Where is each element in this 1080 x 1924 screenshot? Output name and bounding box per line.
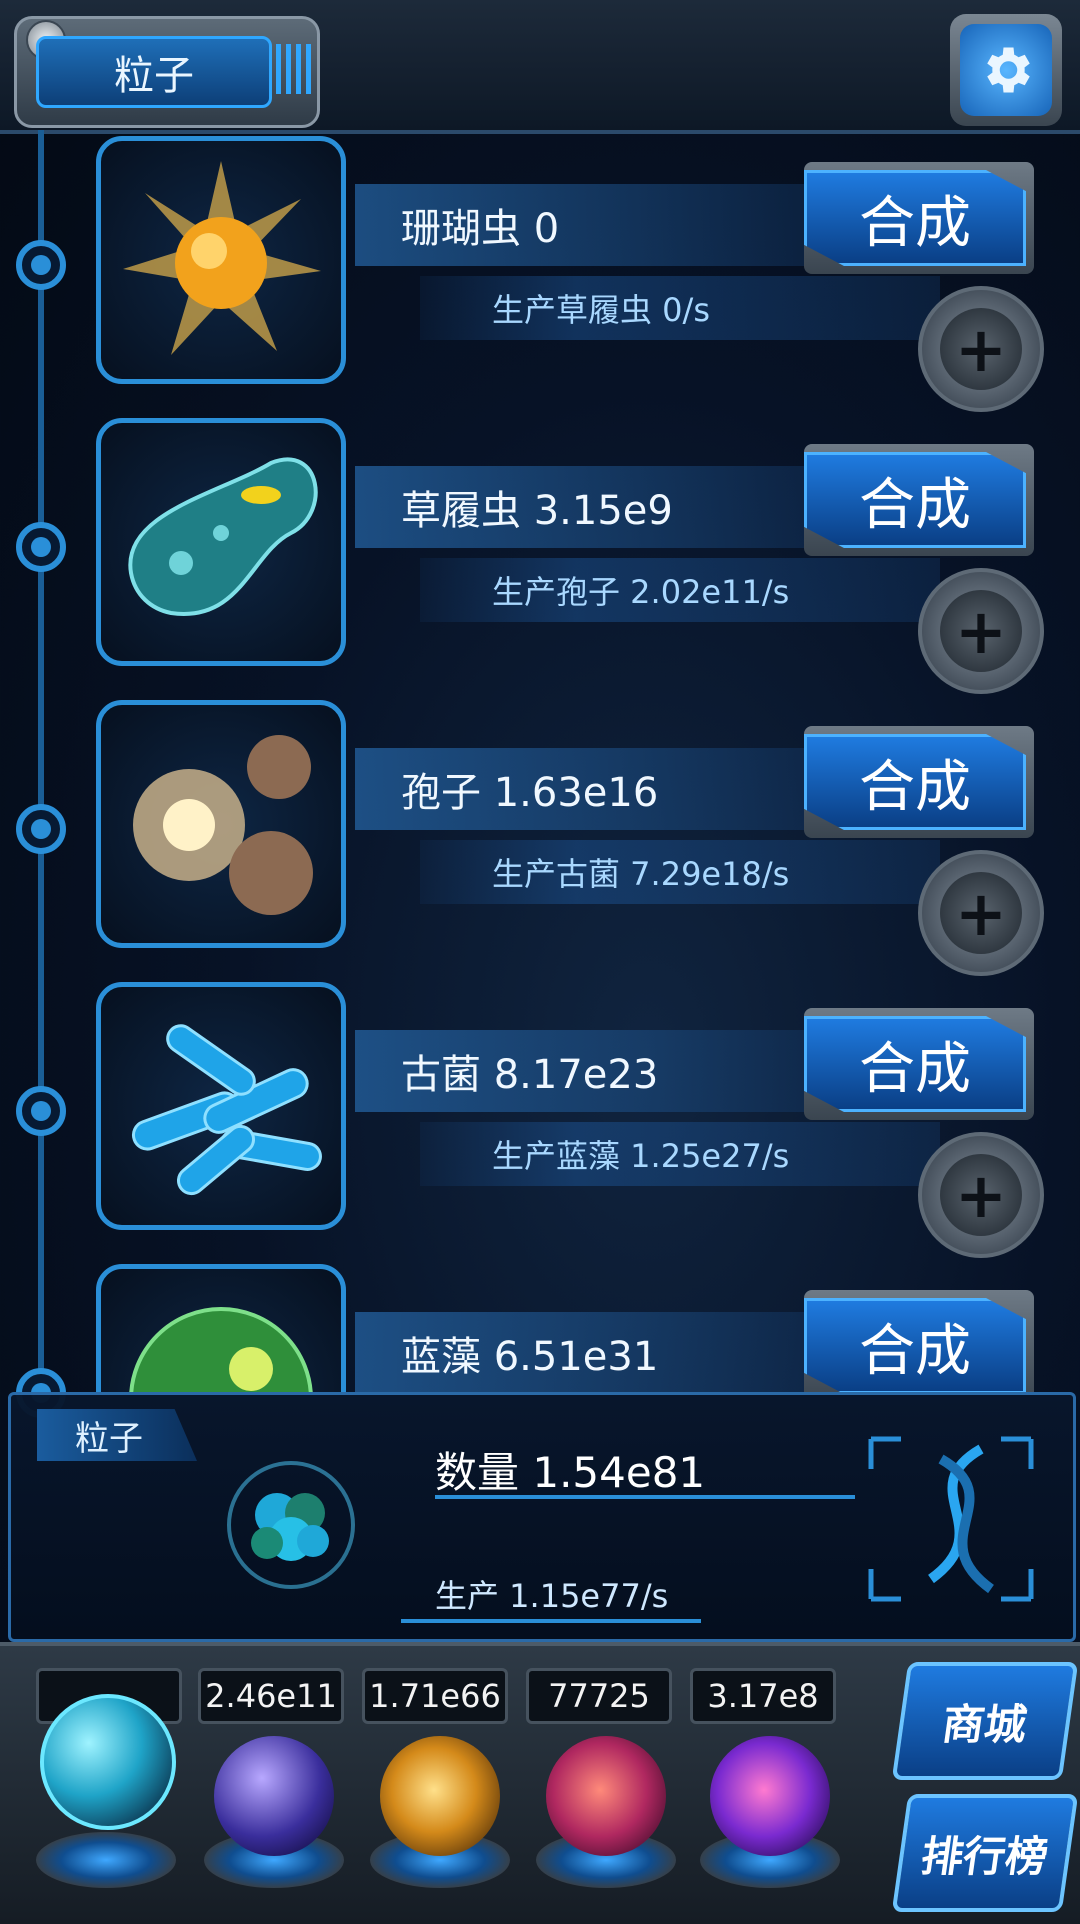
spore-icon: [133, 735, 313, 915]
creature-production: 生产孢子 2.02e11/s: [420, 558, 940, 622]
resource-counter: 2.46e11: [198, 1668, 344, 1724]
shop-button[interactable]: 商城: [891, 1662, 1079, 1780]
paramecium-icon: [128, 457, 318, 616]
panel-tag: 粒子: [37, 1409, 197, 1461]
archaea-icon: [131, 1024, 322, 1196]
creature-name: 草履虫 3.15e9: [355, 466, 825, 548]
divider: [401, 1619, 701, 1623]
settings-button[interactable]: [950, 14, 1062, 126]
resource-counter: 1.71e66: [362, 1668, 508, 1724]
cyanobacteria-thumbnail: [96, 1264, 346, 1392]
gear-icon: [987, 47, 1030, 93]
creature-production: 生产古菌 7.29e18/s: [420, 840, 940, 904]
stripe-decoration: [276, 44, 312, 94]
synthesize-label: 合成: [804, 170, 1026, 266]
creature-name: 蓝藻 6.51e31: [355, 1312, 825, 1392]
synthesize-label: 合成: [804, 452, 1026, 548]
resource-counter: 3.17e8: [690, 1668, 836, 1724]
settings-button-face: [960, 24, 1052, 116]
synthesize-button[interactable]: 合成: [804, 1290, 1034, 1392]
cyanobacteria-icon: [129, 1307, 313, 1392]
creature-name: 孢子 1.63e16: [355, 748, 825, 830]
bottom-dock: 2.46e11 1.71e66 77725 3.17e8 商城 排行榜: [0, 1642, 1080, 1924]
plus-icon: +: [940, 308, 1022, 390]
spore-thumbnail: [96, 700, 346, 948]
synthesize-button[interactable]: 合成: [804, 162, 1034, 274]
synthesize-button[interactable]: 合成: [804, 726, 1034, 838]
category-tab-label: 粒子: [114, 53, 194, 99]
add-button[interactable]: +: [918, 1132, 1044, 1258]
synthesize-label: 合成: [804, 734, 1026, 830]
shop-button-label: 商城: [939, 1699, 1031, 1749]
dna-icon: [868, 1436, 1034, 1602]
archaea-thumbnail: [96, 982, 346, 1230]
particle-production: 生产 1.15e77/s: [435, 1577, 669, 1615]
brain-orb-button[interactable]: [546, 1736, 666, 1856]
creature-name: 珊瑚虫 0: [355, 184, 825, 266]
synthesize-button[interactable]: 合成: [804, 1008, 1034, 1120]
vortex-orb-button[interactable]: [710, 1736, 830, 1856]
coral-polyp-thumbnail: [96, 136, 346, 384]
coral-polyp-icon: [123, 161, 321, 355]
paramecium-thumbnail: [96, 418, 346, 666]
ranking-button-label: 排行榜: [918, 1831, 1052, 1881]
creature-row-coral: 珊瑚虫 0 生产草履虫 0/s 合成 +: [0, 136, 1080, 418]
game-screen: 粒子 珊瑚虫 0 生产草履虫 0/s 合成 + 草履虫 3.15e9 生产孢子 …: [0, 0, 1080, 1924]
synthesize-label: 合成: [804, 1016, 1026, 1112]
plus-icon: +: [940, 590, 1022, 672]
ranking-button[interactable]: 排行榜: [891, 1794, 1079, 1912]
pedestal: [36, 1832, 176, 1888]
creature-row-cyanobacteria: 蓝藻 6.51e31 合成: [0, 1264, 1080, 1392]
galaxy-orb-button[interactable]: [380, 1736, 500, 1856]
add-button[interactable]: +: [918, 850, 1044, 976]
plus-icon: +: [940, 1154, 1022, 1236]
creature-row-paramecium: 草履虫 3.15e9 生产孢子 2.02e11/s 合成 +: [0, 418, 1080, 700]
add-button[interactable]: +: [918, 568, 1044, 694]
particle-cluster-icon: [227, 1461, 355, 1589]
top-bar: 粒子: [0, 0, 1080, 134]
particle-info-panel: 粒子 数量 1.54e81 生产 1.15e77/s: [8, 1392, 1076, 1642]
synthesize-label: 合成: [804, 1298, 1026, 1392]
category-tab[interactable]: 粒子: [36, 36, 272, 108]
energy-orb-button[interactable]: [214, 1736, 334, 1856]
particle-quantity: 数量 1.54e81: [435, 1448, 706, 1497]
plus-icon: +: [940, 872, 1022, 954]
creature-production: 生产草履虫 0/s: [420, 276, 940, 340]
creature-row-spore: 孢子 1.63e16 生产古菌 7.29e18/s 合成 +: [0, 700, 1080, 982]
creature-row-archaea: 古菌 8.17e23 生产蓝藻 1.25e27/s 合成 +: [0, 982, 1080, 1264]
resource-counter: 77725: [526, 1668, 672, 1724]
synthesize-button[interactable]: 合成: [804, 444, 1034, 556]
creature-name: 古菌 8.17e23: [355, 1030, 825, 1112]
divider: [435, 1495, 855, 1499]
particle-orb-button[interactable]: [40, 1694, 176, 1830]
add-button[interactable]: +: [918, 286, 1044, 412]
creature-production: 生产蓝藻 1.25e27/s: [420, 1122, 940, 1186]
